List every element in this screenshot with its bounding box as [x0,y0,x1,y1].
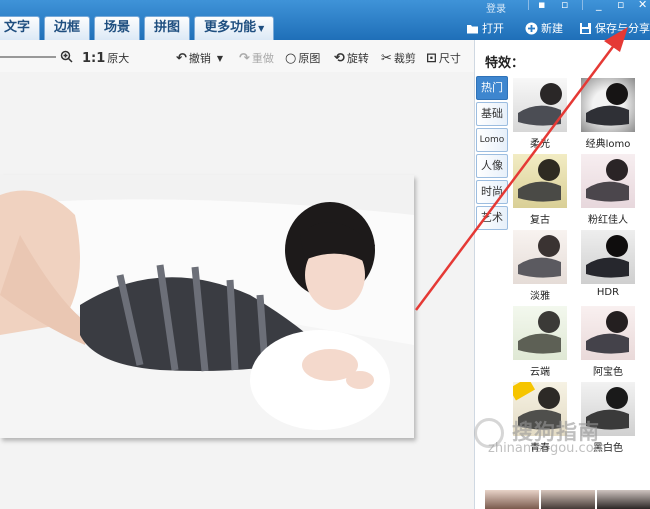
category-tab-lomo[interactable]: Lomo [476,128,508,152]
undo-label: 撤销 [188,52,211,65]
effect-label: 云端 [530,367,550,378]
skin-icon[interactable]: ▫ [561,0,568,10]
main-menu-tabs: 文字 边框 场景 拼图 更多功能 ▼ [0,16,278,40]
effect-thumbnail [513,230,567,284]
divider [582,0,583,10]
effect-thumbnail [513,382,567,436]
save-share-button[interactable]: 保存与分享 [579,20,650,36]
effect-label: 黑白色 [593,443,623,454]
effect-label: HDR [596,287,620,298]
effect-hdr[interactable]: HDR [581,230,635,298]
crop-button[interactable]: ✂ 裁剪 [381,50,416,66]
original-size-label: 原大 [107,52,130,65]
plus-circle-icon [525,22,538,34]
crop-label: 裁剪 [393,52,416,65]
tab-more-functions[interactable]: 更多功能 ▼ [194,16,275,40]
original-image-button[interactable]: ○ 原图 [285,50,320,66]
effect-thumbnail [581,78,635,132]
divider [528,0,529,10]
close-icon[interactable]: ✕ [638,0,647,10]
effect-label: 柔光 [530,139,550,150]
edit-toolbar: 1:1 原大 ↶ 撤销 ▼ ↷ 重做 ○ 原图 ⟲ 旋转 ✂ 裁剪 ⊡ 尺寸 [0,40,474,72]
portrait-thumbnail[interactable] [541,490,595,509]
new-label: 新建 [541,22,563,35]
resize-icon: ⊡ [426,50,437,66]
undo-icon: ↶ [176,50,187,66]
effect-cloud[interactable]: 云端 [513,306,567,378]
effect-thumbnail [513,78,567,132]
category-tab-basic[interactable]: 基础 [476,102,508,126]
zoom-in-button[interactable] [60,50,73,63]
effect-thumbnail [581,382,635,436]
effect-thumbnail [581,306,635,360]
effect-classic-lomo[interactable]: 经典lomo [581,78,635,150]
effect-thumbnail [581,154,635,208]
category-tab-portrait[interactable]: 人像 [476,154,508,178]
effects-panel: 特效： 热门 基础 Lomo 人像 时尚 艺术 柔光 经典lomo 复古 粉红佳… [474,40,650,509]
chevron-down-icon[interactable]: ▼ [217,54,223,63]
effect-thumbnail [513,306,567,360]
message-icon[interactable]: ▪ [538,0,545,10]
rotate-icon: ⟲ [334,50,345,66]
category-tab-art[interactable]: 艺术 [476,206,508,230]
zoom-slider[interactable] [0,56,56,58]
login-link[interactable]: 登录 [486,0,506,15]
scissors-icon: ✂ [381,50,392,66]
category-tab-hot[interactable]: 热门 [476,76,508,100]
effect-youth[interactable]: 青春 [513,382,567,454]
effect-black-white[interactable]: 黑白色 [581,382,635,454]
tab-collage[interactable]: 拼图 [144,16,191,40]
effect-elegant[interactable]: 淡雅 [513,230,567,302]
tab-more-label: 更多功能 [204,20,257,35]
redo-icon: ↷ [239,50,250,66]
rotate-label: 旋转 [346,52,369,65]
effect-thumbnail [581,230,635,284]
effect-label: 复古 [530,215,550,226]
redo-label: 重做 [251,52,274,65]
new-button[interactable]: 新建 [525,20,563,36]
original-size-button[interactable]: 1:1 原大 [82,50,129,66]
title-bar: 文字 边框 场景 拼图 更多功能 ▼ 登录 ▪ ▫ _ ▫ ✕ 打开 新建 保存与… [0,0,650,40]
redo-button[interactable]: ↷ 重做 [239,50,274,66]
undo-button[interactable]: ↶ 撤销 ▼ [176,50,223,66]
size-label: 尺寸 [438,52,461,65]
effect-pink-beauty[interactable]: 粉红佳人 [581,154,635,226]
photo-illustration [0,175,414,438]
effect-label: 粉红佳人 [588,215,628,226]
open-button[interactable]: 打开 [466,20,504,36]
effect-label: 经典lomo [585,139,631,150]
folder-icon [467,24,478,33]
portrait-thumbnail-strip [485,490,650,509]
tab-text[interactable]: 文字 [0,16,41,40]
portrait-thumbnail[interactable] [597,490,650,509]
maximize-icon[interactable]: ▫ [617,0,624,10]
tab-scene[interactable]: 场景 [94,16,141,40]
rotate-button[interactable]: ⟲ 旋转 [334,50,369,66]
effect-label: 阿宝色 [593,367,623,378]
open-label: 打开 [482,22,504,35]
effect-category-tabs: 热门 基础 Lomo 人像 时尚 艺术 [476,76,508,232]
effect-label: 淡雅 [530,291,550,302]
zoom-in-icon [60,50,73,63]
save-icon [580,22,591,34]
effect-abao-color[interactable]: 阿宝色 [581,306,635,378]
size-button[interactable]: ⊡ 尺寸 [426,50,461,66]
save-share-label: 保存与分享 [595,22,650,35]
portrait-thumbnail[interactable] [485,490,539,509]
effect-label: 青春 [530,443,550,454]
original-size-ratio: 1:1 [82,50,106,66]
tab-border[interactable]: 边框 [44,16,91,40]
chevron-down-icon: ▼ [258,24,265,33]
effect-thumbnail [513,154,567,208]
effect-retro[interactable]: 复古 [513,154,567,226]
image-canvas[interactable] [0,72,474,509]
panel-title: 特效： [485,56,525,71]
original-image-label: 原图 [298,52,321,65]
category-tab-fashion[interactable]: 时尚 [476,180,508,204]
effect-soft-light[interactable]: 柔光 [513,78,567,150]
minimize-icon[interactable]: _ [596,0,602,10]
circle-icon: ○ [285,50,297,66]
edited-photo [0,175,414,438]
